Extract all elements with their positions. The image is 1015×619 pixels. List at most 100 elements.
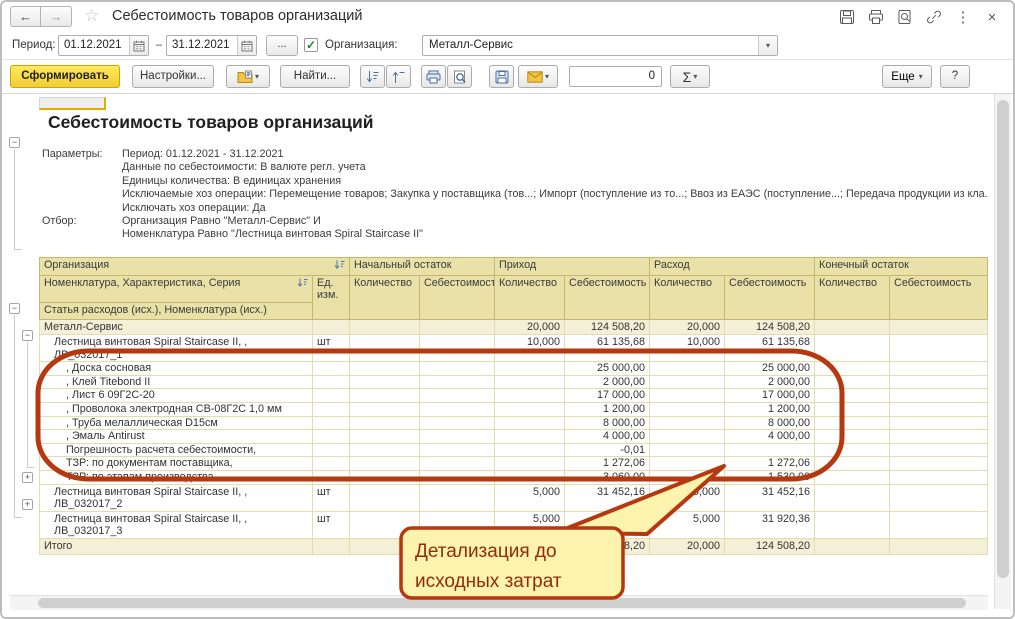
print-toolbar-button[interactable]	[421, 65, 446, 88]
row-value-cell[interactable]: 20,000	[495, 319, 565, 335]
row-name-cell[interactable]: , Клей Titebond II	[40, 375, 313, 389]
row-value-cell[interactable]: 10,000	[650, 335, 725, 362]
row-value-cell[interactable]: 25 000,00	[565, 362, 650, 376]
row-name-cell[interactable]: , Проволока электродная СВ-08Г2С 1,0 мм	[40, 403, 313, 417]
row-value-cell[interactable]: 1 200,00	[565, 403, 650, 417]
collapse-groups-button[interactable]	[360, 65, 385, 88]
row-value-cell[interactable]: 31 920,36	[725, 511, 815, 538]
row-name-cell[interactable]: Лестница винтовая Spiral Staircase II, ,…	[40, 511, 313, 538]
more-menu-button[interactable]: ⋮	[954, 8, 972, 26]
favorite-star-icon[interactable]: ☆	[84, 6, 99, 26]
vertical-scrollbar[interactable]	[994, 94, 1011, 609]
row-value-cell[interactable]: 20,000	[650, 539, 725, 555]
row-value-cell[interactable]: 31 452,16	[565, 484, 650, 511]
row-value-cell[interactable]: 2 000,00	[725, 375, 815, 389]
header-end-balance[interactable]: Конечный остаток	[815, 258, 988, 276]
row-value-cell[interactable]: -0,01	[565, 443, 650, 457]
row-value-cell[interactable]: 4 000,00	[565, 430, 650, 444]
row-value-cell[interactable]: 124 508,20	[565, 319, 650, 335]
row-value-cell[interactable]: 124 508,20	[725, 539, 815, 555]
more-actions-button[interactable]: Еще ▾	[882, 65, 932, 88]
row-name-cell[interactable]: , Труба мелаллическая D15см	[40, 416, 313, 430]
sort-asc-icon[interactable]	[334, 260, 345, 274]
expand-groups-button[interactable]	[386, 65, 411, 88]
header-qty[interactable]: Количество	[350, 275, 420, 319]
vertical-scrollbar-thumb[interactable]	[997, 100, 1009, 578]
group-collapse-toggle[interactable]: −	[9, 303, 20, 314]
generate-button[interactable]: Сформировать	[10, 65, 120, 88]
row-name-cell[interactable]: Погрешность расчета себестоимости,	[40, 443, 313, 457]
row-value-cell[interactable]: 61 135,68	[565, 335, 650, 362]
row-value-cell[interactable]: 5,000	[495, 511, 565, 538]
row-name-cell[interactable]: Металл-Сервис	[40, 319, 313, 335]
row-value-cell[interactable]: 10,000	[495, 335, 565, 362]
header-qty[interactable]: Количество	[815, 275, 890, 319]
report-variants-button[interactable]: ▾	[226, 65, 270, 88]
row-value-cell[interactable]: 124 508,20	[725, 319, 815, 335]
row-value-cell[interactable]: 1 200,00	[725, 403, 815, 417]
row-name-cell[interactable]: Лестница винтовая Spiral Staircase II, ,…	[40, 335, 313, 362]
print-button[interactable]	[867, 8, 885, 26]
row-value-cell[interactable]: 1 530,00	[725, 471, 815, 485]
row-value-cell[interactable]: 20,000	[650, 319, 725, 335]
row-value-cell[interactable]: 17 000,00	[725, 389, 815, 403]
header-begin-balance[interactable]: Начальный остаток	[350, 258, 495, 276]
row-value-cell[interactable]: 5,000	[650, 511, 725, 538]
header-qty[interactable]: Количество	[495, 275, 565, 319]
header-qty[interactable]: Количество	[650, 275, 725, 319]
row-value-cell[interactable]: 1 272,06	[565, 457, 650, 471]
row-value-cell[interactable]: 25 000,00	[725, 362, 815, 376]
row-name-cell[interactable]: Итого	[40, 539, 313, 555]
row-value-cell[interactable]: 17 000,00	[565, 389, 650, 403]
forward-button[interactable]: →	[41, 6, 72, 27]
back-button[interactable]: ←	[10, 6, 41, 27]
row-name-cell[interactable]: , Эмаль Antirust	[40, 430, 313, 444]
help-button[interactable]: ?	[940, 65, 970, 88]
sort-asc-icon[interactable]	[297, 278, 308, 292]
row-value-cell[interactable]: 31 452,16	[725, 484, 815, 511]
selected-cell-marker[interactable]	[39, 97, 106, 110]
organization-combobox[interactable]: Металл-Сервис ▾	[422, 35, 778, 56]
period-more-button[interactable]: ...	[266, 35, 298, 56]
row-value-cell[interactable]: 124 508,20	[565, 539, 650, 555]
row-name-cell[interactable]: , Доска сосновая	[40, 362, 313, 376]
row-value-cell[interactable]: 8 000,00	[565, 416, 650, 430]
group-expand-toggle[interactable]: +	[22, 472, 33, 483]
row-value-cell[interactable]: 31 920,36	[565, 511, 650, 538]
date-to-field[interactable]: 31.12.2021	[166, 35, 257, 56]
header-expense[interactable]: Расход	[650, 258, 815, 276]
calendar-button[interactable]	[129, 36, 148, 55]
row-name-cell[interactable]: , Лист 6 09Г2С-20	[40, 389, 313, 403]
row-value-cell[interactable]: 3 060,00	[565, 471, 650, 485]
header-cost[interactable]: Себестоимость	[565, 275, 650, 319]
group-collapse-toggle[interactable]: −	[22, 330, 33, 341]
group-collapse-toggle[interactable]: −	[9, 137, 20, 148]
row-name-cell[interactable]: ТЗР: по документам поставщика,	[40, 457, 313, 471]
organization-checkbox[interactable]: ✓	[304, 38, 318, 52]
preview-button[interactable]	[896, 8, 914, 26]
settings-button[interactable]: Настройки...	[132, 65, 214, 88]
row-value-cell[interactable]: 5,000	[650, 484, 725, 511]
save-result-button[interactable]	[489, 65, 514, 88]
sum-button[interactable]: Σ ▾	[670, 65, 710, 88]
link-button[interactable]	[925, 8, 943, 26]
calendar-button[interactable]	[237, 36, 256, 55]
row-value-cell[interactable]: 61 135,68	[725, 335, 815, 362]
horizontal-scrollbar-thumb[interactable]	[38, 598, 966, 608]
header-cost[interactable]: Себестоимость	[890, 275, 988, 319]
row-value-cell[interactable]: 5,000	[495, 484, 565, 511]
header-organization[interactable]: Организация	[40, 258, 350, 276]
date-from-value[interactable]: 01.12.2021	[59, 36, 129, 55]
find-button[interactable]: Найти...	[280, 65, 350, 88]
header-cost[interactable]: Себестоимость	[420, 275, 495, 319]
header-unit[interactable]: Ед. изм.	[313, 275, 350, 319]
print-preview-button[interactable]	[447, 65, 472, 88]
group-expand-toggle[interactable]: +	[22, 499, 33, 510]
save-button[interactable]	[838, 8, 856, 26]
row-value-cell[interactable]: 2 000,00	[565, 375, 650, 389]
header-expense-item[interactable]: Статья расходов (исх.), Номенклатура (ис…	[40, 302, 313, 319]
horizontal-scrollbar[interactable]	[10, 595, 988, 610]
row-value-cell[interactable]: 4 000,00	[725, 430, 815, 444]
row-name-cell[interactable]: Лестница винтовая Spiral Staircase II, ,…	[40, 484, 313, 511]
row-value-cell[interactable]: 20,000	[495, 539, 565, 555]
